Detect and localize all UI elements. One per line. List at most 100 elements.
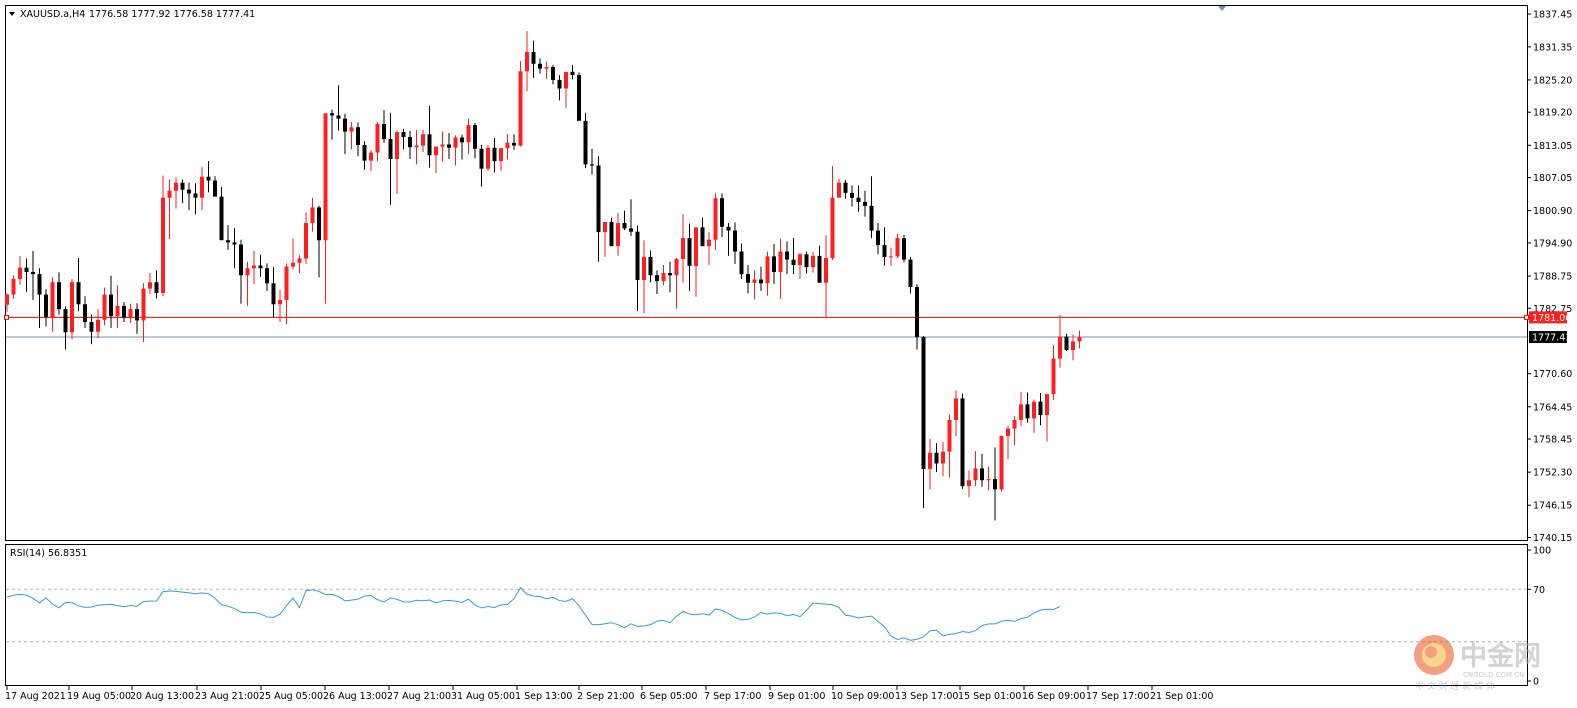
candle-body [141,288,146,321]
candle-body [960,398,965,487]
candle-body [135,309,139,321]
candle-body [395,132,399,159]
rsi-header: RSI(14) 56.8351 [10,548,87,559]
candle-body [908,259,913,288]
candle-body [70,282,74,333]
candle-body [128,309,133,318]
hline-price-value: 1781.06 [1532,313,1571,324]
candle-body [24,267,29,272]
chart-header: XAUUSD.a,H4 1776.58 1777.92 1776.58 1777… [9,9,255,20]
candle-body [310,207,315,224]
candle [583,112,588,169]
candle-body [642,256,646,281]
candle-body [889,256,893,258]
candle-body [291,262,295,267]
candle-body [1038,401,1043,416]
candle-body [512,142,516,146]
candle-body [876,230,880,246]
candle-body [226,240,230,243]
x-tick-label: 9 Sep 01:00 [768,691,825,702]
candle-body [1032,401,1036,419]
candle-body [421,134,425,146]
candle-body [1006,428,1010,437]
candle-body [544,66,549,69]
x-tick-label: 23 Aug 21:00 [195,691,259,702]
candle-body [284,266,289,300]
hline-handle-left[interactable] [4,314,9,320]
candle-body [401,132,406,137]
candle-body [525,51,529,72]
candle-body [1025,404,1030,419]
candle-body [408,136,412,148]
candle-body [687,238,692,267]
candle-body [271,283,276,305]
x-tick-label: 7 Sep 17:00 [704,691,761,702]
candle-body [492,147,497,162]
candle-body [50,282,55,318]
x-tick-label: 25 Aug 05:00 [259,691,323,702]
candle-body [206,176,211,181]
y-tick-label: 1752.30 [1533,468,1572,479]
candle-body [817,255,822,283]
candle-body [1019,404,1023,420]
candle-body [895,238,900,257]
candle-body [941,451,945,464]
watermark-site: CNGOLD.COM.CN [1463,671,1524,679]
candle-body [713,198,718,240]
rsi-tick-label: 70 [1533,585,1545,596]
y-tick-label: 1807.05 [1533,173,1572,184]
candle-body [174,182,178,191]
candle-body [460,137,464,143]
candle-body [570,71,575,76]
candle-body [245,268,250,276]
x-tick-label: 17 Aug 2021 [5,691,66,702]
candle-body [661,273,666,282]
y-tick-label: 1819.20 [1533,108,1572,119]
candle-body [453,137,458,148]
y-tick-label: 1831.35 [1533,42,1572,53]
candle-body [811,255,815,268]
hline-price-tag[interactable]: 1781.06 [1529,311,1571,324]
x-tick-label: 16 Sep 09:00 [1022,691,1085,702]
rsi-tick-label: 0 [1533,677,1539,688]
candle-body [440,144,445,147]
candle-body [161,197,165,293]
candle-body [109,294,113,317]
candle-body [1045,394,1049,416]
hline-handle-right[interactable] [1524,314,1529,320]
candle-body [148,282,152,289]
x-tick-label: 26 Aug 13:00 [323,691,387,702]
candle-body [76,282,81,305]
candle-body [739,251,744,275]
candle-body [882,245,887,257]
candle [577,72,581,121]
x-tick-label: 15 Sep 01:00 [958,691,1021,702]
x-tick-label: 21 Sep 01:00 [1150,691,1213,702]
candle-body [681,238,685,260]
candle-body [473,125,477,149]
candle-body [122,305,126,318]
candle-body [629,228,633,232]
candle-body [479,148,484,169]
candle-body [44,294,48,318]
candle-body [5,294,9,305]
candle-body [317,207,321,241]
candle [960,393,965,489]
candle-body [499,148,503,162]
candle-body [648,256,653,276]
candle-body [720,198,724,227]
candle-body [778,251,783,272]
candle-body [798,254,802,265]
y-tick-label: 1794.90 [1533,238,1572,249]
y-tick-label: 1764.45 [1533,402,1572,413]
candle-body [746,274,750,283]
y-tick-label: 1837.45 [1533,10,1572,21]
chart-canvas: 1837.45 1831.35 1825.20 1819.20 1813.05 1807.… [0,0,1577,708]
candle-body [733,230,737,252]
candle-body [83,304,87,323]
candle-body [921,337,926,469]
candle-body [986,479,991,481]
candle-body [11,278,16,295]
rsi-tick-label: 100 [1533,546,1551,557]
candle-body [1051,358,1056,395]
